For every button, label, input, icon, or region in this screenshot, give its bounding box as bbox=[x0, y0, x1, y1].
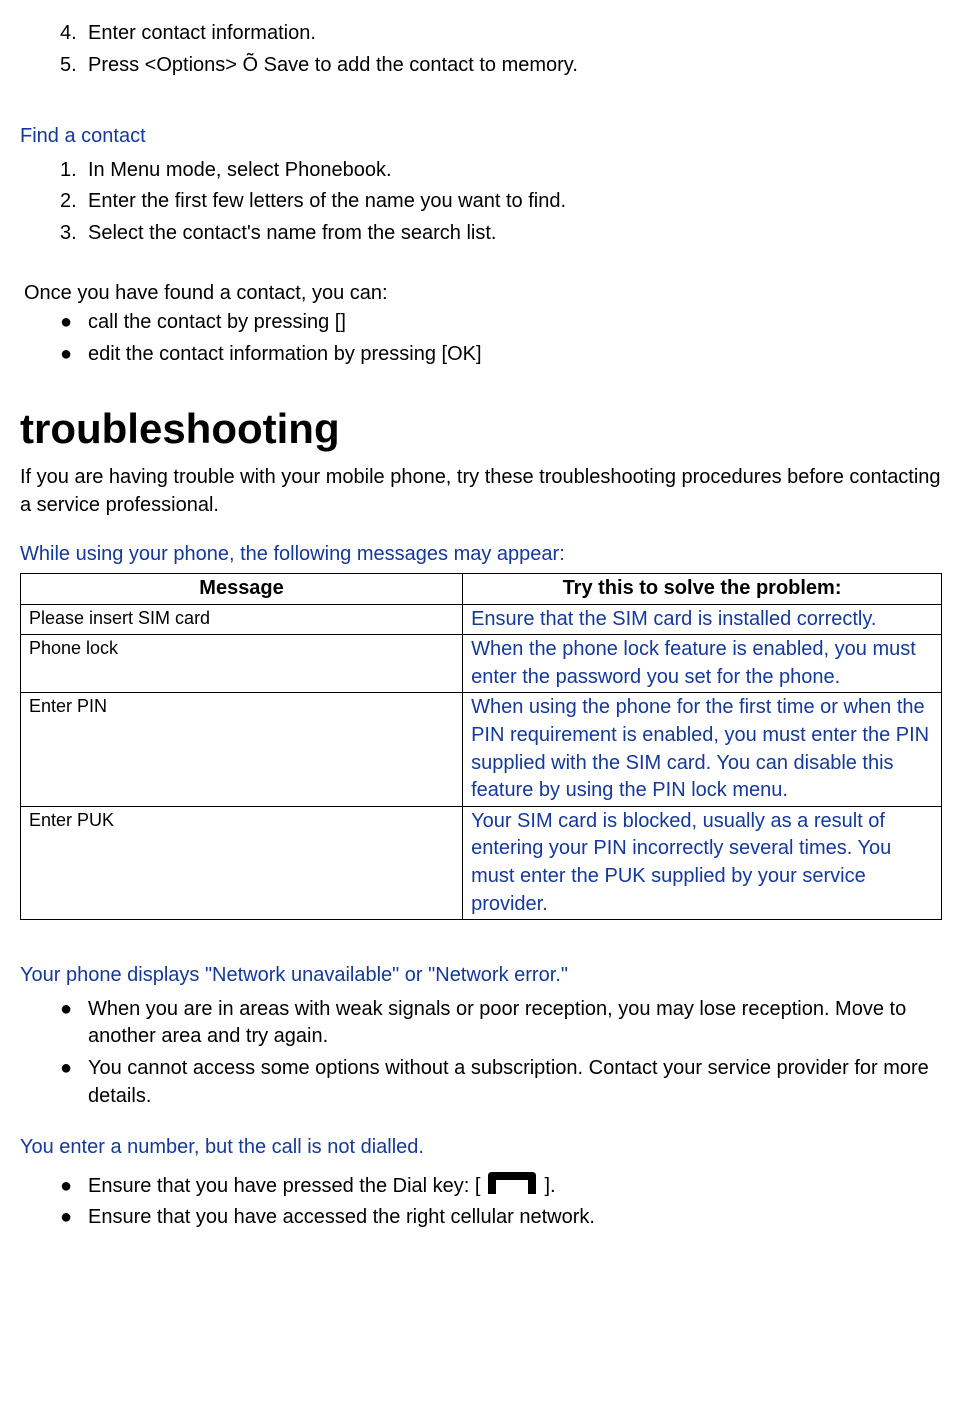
dial-key-icon bbox=[482, 1168, 542, 1198]
network-error-heading: Your phone displays "Network unavailable… bbox=[20, 962, 942, 990]
step-text: Press <Options> Õ Save to add the contac… bbox=[88, 54, 578, 76]
step-item: 5.Press <Options> Õ Save to add the cont… bbox=[88, 50, 942, 82]
solution-cell: When using the phone for the first time … bbox=[463, 693, 942, 806]
message-cell: Please insert SIM card bbox=[21, 604, 463, 635]
table-row: Enter PIN When using the phone for the f… bbox=[21, 693, 942, 806]
step-item: 2.Enter the first few letters of the nam… bbox=[88, 186, 942, 218]
troubleshooting-title: troubleshooting bbox=[20, 400, 942, 458]
messages-heading: While using your phone, the following me… bbox=[20, 541, 942, 569]
list-text: Ensure that you have accessed the right … bbox=[88, 1206, 595, 1228]
bullet-icon: ● bbox=[60, 1204, 88, 1232]
list-item: ●call the contact by pressing [] bbox=[88, 307, 942, 339]
table-row: Phone lock When the phone lock feature i… bbox=[21, 635, 942, 693]
solution-cell: Your SIM card is blocked, usually as a r… bbox=[463, 806, 942, 919]
step-number: 2. bbox=[60, 188, 88, 216]
message-cell: Enter PUK bbox=[21, 806, 463, 919]
step-text: Enter contact information. bbox=[88, 22, 316, 44]
list-item: ●When you are in areas with weak signals… bbox=[88, 994, 942, 1053]
bullet-icon: ● bbox=[60, 996, 88, 1024]
step-number: 1. bbox=[60, 157, 88, 185]
bullet-icon: ● bbox=[60, 1173, 88, 1201]
table-header-solution: Try this to solve the problem: bbox=[463, 574, 942, 605]
list-text: edit the contact information by pressing… bbox=[88, 343, 482, 365]
solution-cell: When the phone lock feature is enabled, … bbox=[463, 635, 942, 693]
step-item: 3.Select the contact's name from the sea… bbox=[88, 218, 942, 250]
step-number: 4. bbox=[60, 20, 88, 48]
troubleshooting-intro: If you are having trouble with your mobi… bbox=[20, 464, 942, 519]
found-contact-intro: Once you have found a contact, you can: bbox=[24, 280, 942, 308]
find-contact-heading: Find a contact bbox=[20, 123, 942, 151]
list-item: ●edit the contact information by pressin… bbox=[88, 339, 942, 371]
message-cell: Enter PIN bbox=[21, 693, 463, 806]
list-text: When you are in areas with weak signals … bbox=[88, 998, 906, 1048]
table-row: Please insert SIM card Ensure that the S… bbox=[21, 604, 942, 635]
table-header-message: Message bbox=[21, 574, 463, 605]
list-item: ●Ensure that you have accessed the right… bbox=[88, 1202, 942, 1234]
bullet-icon: ● bbox=[60, 309, 88, 337]
step-text: Enter the first few letters of the name … bbox=[88, 190, 566, 212]
solution-cell: Ensure that the SIM card is installed co… bbox=[463, 604, 942, 635]
list-text-a: Ensure that you have pressed the Dial ke… bbox=[88, 1175, 480, 1197]
step-number: 5. bbox=[60, 52, 88, 80]
call-not-dialled-heading: You enter a number, but the call is not … bbox=[20, 1134, 942, 1162]
table-row: Enter PUK Your SIM card is blocked, usua… bbox=[21, 806, 942, 919]
list-item: ●Ensure that you have pressed the Dial k… bbox=[88, 1166, 942, 1203]
message-cell: Phone lock bbox=[21, 635, 463, 693]
step-item: 4.Enter contact information. bbox=[88, 18, 942, 50]
list-item: ●You cannot access some options without … bbox=[88, 1053, 942, 1112]
messages-table: Message Try this to solve the problem: P… bbox=[20, 573, 942, 920]
list-text-b: ]. bbox=[544, 1175, 555, 1197]
bullet-icon: ● bbox=[60, 1055, 88, 1083]
step-text: Select the contact's name from the searc… bbox=[88, 222, 496, 244]
step-item: 1.In Menu mode, select Phonebook. bbox=[88, 155, 942, 187]
step-text: In Menu mode, select Phonebook. bbox=[88, 159, 392, 181]
list-text: call the contact by pressing [] bbox=[88, 311, 346, 333]
bullet-icon: ● bbox=[60, 341, 88, 369]
list-text: You cannot access some options without a… bbox=[88, 1057, 929, 1107]
step-number: 3. bbox=[60, 220, 88, 248]
